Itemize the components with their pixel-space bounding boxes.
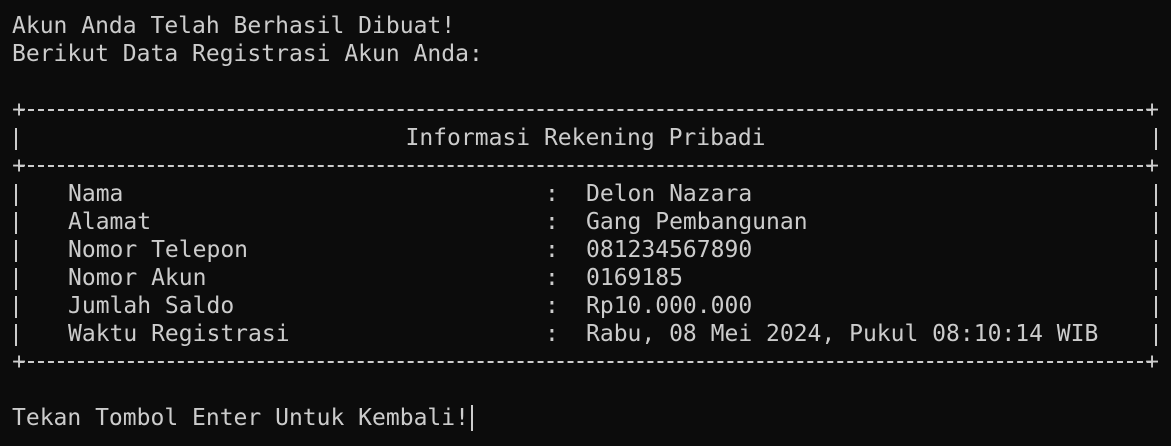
enter-prompt-text: Tekan Tombol Enter Untuk Kembali!	[12, 405, 469, 431]
success-message: Akun Anda Telah Berhasil Dibuat!	[12, 13, 456, 39]
row-label: Nama	[68, 181, 124, 207]
table-title-row: Informasi Rekening Pribadi	[12, 124, 1162, 152]
table-row: Waktu Registrasi : Rabu, 08 Mei 2024, Pu…	[12, 320, 1162, 348]
row-value: Rabu, 08 Mei 2024, Pukul 08:10:14 WIB	[586, 321, 1099, 347]
row-value: 081234567890	[586, 237, 753, 263]
table-title: Informasi Rekening Pribadi	[405, 125, 766, 151]
row-label: Jumlah Saldo	[68, 293, 235, 319]
row-label: Waktu Registrasi	[68, 321, 290, 347]
row-separator: :	[545, 209, 559, 235]
enter-prompt[interactable]: Tekan Tombol Enter Untuk Kembali!	[12, 404, 473, 432]
table-row: Alamat : Gang Pembangunan	[12, 208, 1162, 236]
registration-intro: Berikut Data Registrasi Akun Anda:	[12, 41, 483, 67]
row-separator: :	[545, 181, 559, 207]
row-value: 0169185	[586, 265, 683, 291]
table-row: Nomor Telepon : 081234567890	[12, 236, 1162, 264]
row-label: Alamat	[68, 209, 152, 235]
table-header-border: + +	[12, 152, 1159, 180]
table-top-border: + +	[12, 96, 1159, 124]
table-bottom-border: + +	[12, 348, 1159, 376]
row-value: Gang Pembangunan	[586, 209, 808, 235]
corner-top-right: +	[1145, 97, 1159, 123]
row-value: Rp10.000.000	[586, 293, 753, 319]
corner-mid-right: +	[1145, 153, 1159, 179]
table-row: Nama : Delon Nazara	[12, 180, 1162, 208]
row-separator: :	[545, 265, 559, 291]
row-label: Nomor Akun	[68, 265, 207, 291]
row-separator: :	[545, 321, 559, 347]
text-cursor	[470, 405, 473, 431]
row-value: Delon Nazara	[586, 181, 753, 207]
row-label: Nomor Telepon	[68, 237, 249, 263]
table-row: Jumlah Saldo : Rp10.000.000	[12, 292, 1162, 320]
row-separator: :	[545, 293, 559, 319]
row-separator: :	[545, 237, 559, 263]
corner-bottom-right: +	[1145, 349, 1159, 375]
table-row: Nomor Akun : 0169185	[12, 264, 1162, 292]
